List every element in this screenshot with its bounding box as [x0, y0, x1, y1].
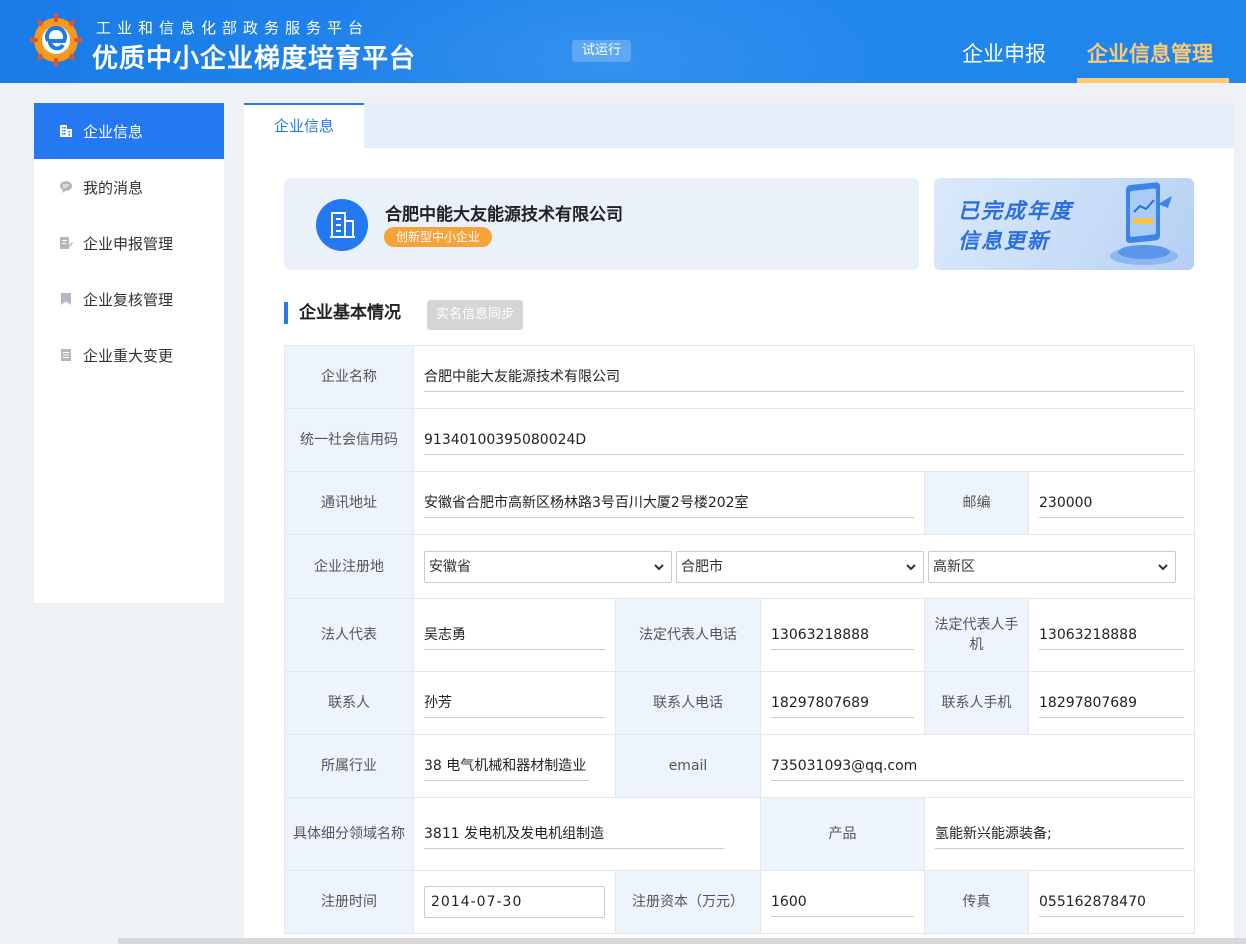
sidebar-item-label: 企业信息: [83, 122, 144, 141]
contact-mobile-label: 联系人手机: [924, 671, 1029, 735]
credit-code-label: 统一社会信用码: [284, 408, 414, 472]
nav-enterprise-report[interactable]: 企业申报: [962, 38, 1046, 68]
chevron-down-icon: [654, 563, 664, 570]
nav-enterprise-info[interactable]: 企业信息管理: [1087, 38, 1213, 68]
legal-rep-field[interactable]: 吴志勇: [424, 620, 605, 650]
credit-code-field[interactable]: 91340100395080024D: [424, 425, 1185, 455]
enterprise-basic-info-form: 企业名称 合肥中能大友能源技术有限公司 统一社会信用码 913401003950…: [284, 345, 1196, 934]
subfield-label: 具体细分领域名称: [284, 797, 414, 871]
sidebar-item-messages[interactable]: 我的消息: [34, 159, 224, 215]
capital-label: 注册资本（万元）: [615, 870, 761, 934]
industry-field[interactable]: 38 电气机械和器材制造业: [424, 751, 589, 781]
bookmark-icon: [61, 293, 71, 305]
postcode-label: 邮编: [924, 471, 1029, 535]
annual-update-text: 已完成年度 信息更新: [958, 199, 1073, 253]
subfield-field[interactable]: 3811 发电机及发电机组制造: [424, 819, 724, 849]
address-label: 通讯地址: [284, 471, 414, 535]
edit-doc-icon: [60, 237, 73, 249]
document-icon: [61, 349, 71, 361]
legal-mobile-label: 法定代表人手机: [924, 598, 1029, 672]
section-title: 企业基本情况: [284, 302, 401, 324]
reg-place-label: 企业注册地: [284, 534, 414, 599]
product-label: 产品: [760, 797, 925, 871]
building-icon: [60, 125, 72, 137]
sidebar-item-report-management[interactable]: 企业申报管理: [34, 215, 224, 271]
legal-phone-label: 法定代表人电话: [615, 598, 761, 672]
trial-badge: 试运行: [572, 40, 632, 62]
industry-label: 所属行业: [284, 734, 414, 798]
platform-subtitle: 工业和信息化部政务服务平台: [96, 19, 370, 37]
contact-label: 联系人: [284, 671, 414, 735]
tablet-chart-illustration-icon: [1110, 182, 1178, 265]
annual-update-banner: 已完成年度 信息更新: [934, 178, 1194, 270]
fax-field[interactable]: 055162878470: [1039, 887, 1185, 917]
chevron-down-icon: [1158, 563, 1168, 570]
horizontal-scrollbar[interactable]: [118, 938, 1246, 944]
sidebar-item-review-management[interactable]: 企业复核管理: [34, 271, 224, 327]
sidebar-item-label: 企业重大变更: [83, 346, 174, 365]
capital-field[interactable]: 1600: [771, 887, 914, 917]
contact-phone-label: 联系人电话: [615, 671, 761, 735]
tab-bar: 企业信息: [244, 103, 1234, 148]
company-name-label: 企业名称: [284, 345, 414, 409]
sidebar-item-label: 我的消息: [83, 178, 144, 197]
sidebar: 企业信息 我的消息 企业申报管理 企业复核管理 企业重大变更: [34, 103, 224, 603]
legal-mobile-field[interactable]: 13063218888: [1039, 620, 1185, 650]
company-building-icon: [316, 199, 368, 251]
platform-title: 优质中小企业梯度培育平台: [92, 44, 417, 74]
chevron-down-icon: [906, 563, 916, 570]
company-type-tag: 创新型中小企业: [384, 227, 493, 247]
company-name-field[interactable]: 合肥中能大友能源技术有限公司: [424, 362, 1185, 392]
company-name: 合肥中能大友能源技术有限公司: [385, 205, 623, 225]
sidebar-item-label: 企业复核管理: [83, 290, 174, 309]
sidebar-item-label: 企业申报管理: [83, 234, 174, 253]
address-field[interactable]: 安徽省合肥市高新区杨林路3号百川大厦2号楼202室: [424, 488, 914, 518]
email-field[interactable]: 735031093@qq.com: [771, 751, 1185, 781]
legal-phone-field[interactable]: 13063218888: [771, 620, 914, 650]
postcode-field[interactable]: 230000: [1039, 488, 1185, 518]
contact-mobile-field[interactable]: 18297807689: [1039, 688, 1185, 718]
message-icon: [60, 181, 72, 193]
sidebar-item-major-changes[interactable]: 企业重大变更: [34, 327, 224, 383]
contact-phone-field[interactable]: 18297807689: [771, 688, 914, 718]
reg-date-label: 注册时间: [284, 870, 414, 934]
contact-field[interactable]: 孙芳: [424, 688, 605, 718]
tab-enterprise-info[interactable]: 企业信息: [244, 103, 364, 148]
company-card: 合肥中能大友能源技术有限公司 创新型中小企业: [284, 178, 919, 270]
product-field[interactable]: 氢能新兴能源装备;: [935, 819, 1185, 849]
realname-sync-button[interactable]: 实名信息同步: [427, 300, 524, 330]
nav-active-underline: [1077, 78, 1229, 83]
platform-logo-icon: [30, 14, 82, 66]
email-label: email: [615, 734, 761, 798]
city-select[interactable]: 合肥市: [676, 550, 924, 583]
reg-date-picker[interactable]: 2014-07-30: [424, 886, 605, 918]
legal-rep-label: 法人代表: [284, 598, 414, 672]
top-header: 工业和信息化部政务服务平台 优质中小企业梯度培育平台 试运行 企业申报 企业信息…: [0, 0, 1246, 83]
sidebar-item-enterprise-info[interactable]: 企业信息: [34, 103, 224, 159]
main-panel: 企业信息 合肥中能大友能源技术有限公司 创新型中小企业 已完成年度 信息更新 企…: [244, 103, 1234, 944]
fax-label: 传真: [924, 870, 1029, 934]
province-select[interactable]: 安徽省: [424, 550, 672, 583]
district-select[interactable]: 高新区: [928, 550, 1176, 583]
